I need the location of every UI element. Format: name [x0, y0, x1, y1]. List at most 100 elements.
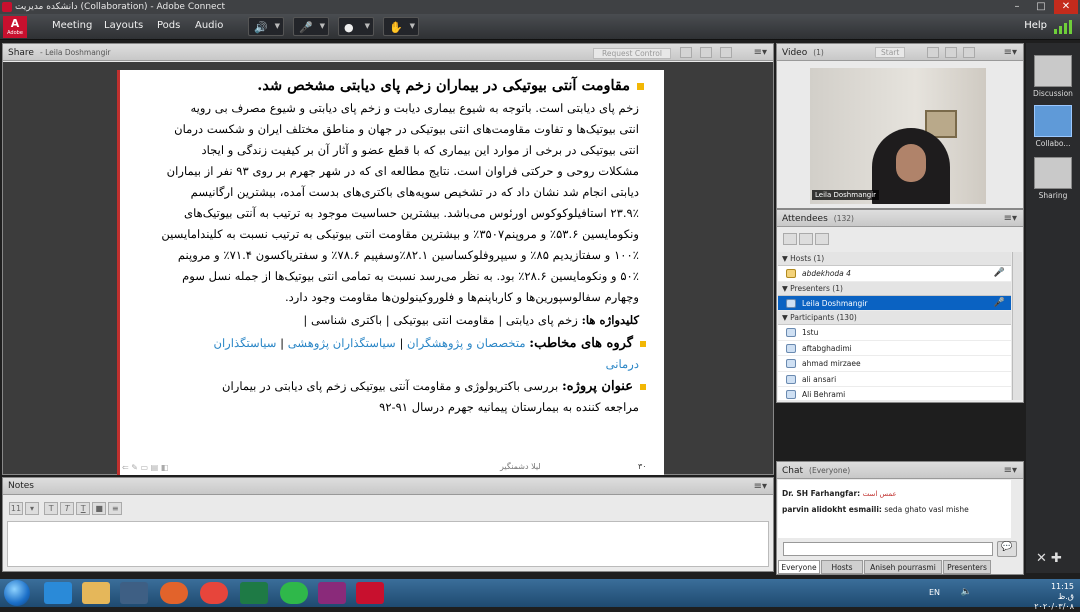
user-icon	[786, 328, 796, 337]
hand-icon: ✋	[389, 21, 403, 34]
attendee-row[interactable]: 1stu	[778, 325, 1011, 341]
attendee-list-scrollbar[interactable]	[1012, 252, 1022, 400]
chat-input[interactable]	[783, 542, 993, 556]
spreadsheet-icon[interactable]	[240, 582, 268, 604]
attendees-pod-menu-icon[interactable]: ≡▾	[1004, 210, 1017, 227]
audience-link[interactable]: متخصصان و پژوهشگران	[407, 336, 526, 350]
share-pod-title: Share	[8, 48, 34, 58]
attendee-row[interactable]: aftabghadimi	[778, 341, 1011, 356]
slide-paragraph-line: ۵۰٪ و ونکومایسین ۲۸.۶٪ بود. به نظر می‌رس…	[182, 269, 639, 283]
chevron-down-icon: ▼	[319, 22, 325, 30]
attendee-row[interactable]: Leila Doshmangir 🎤	[778, 295, 1011, 311]
chat-scope: (Everyone)	[809, 466, 851, 475]
microphone-icon: 🎤	[993, 268, 1005, 278]
user-icon	[786, 374, 796, 384]
chat-pod-menu-icon[interactable]: ≡▾	[1004, 462, 1017, 479]
video-pod-count: (1)	[813, 48, 824, 57]
status-view-icon[interactable]	[815, 233, 829, 245]
request-control-button[interactable]: Request Control	[593, 48, 671, 59]
audience-link[interactable]: سیاستگذاران پژوهشی	[288, 336, 396, 350]
layout-discussion-label[interactable]: Discussion	[1026, 89, 1080, 98]
notes-text-area[interactable]	[7, 521, 769, 567]
host-icon	[786, 269, 796, 278]
chat-send-button[interactable]: 💬	[997, 541, 1017, 557]
font-size-select[interactable]: 11	[9, 502, 23, 515]
notes-pod-menu-icon[interactable]: ≡▾	[754, 478, 767, 495]
slide-audience: گروه های مخاطب: متخصصان و پژوهشگران | سی…	[213, 333, 646, 354]
bold-icon[interactable]: T	[44, 502, 59, 515]
layout-discussion-thumb[interactable]	[1034, 55, 1072, 87]
filmstrip-view-icon[interactable]	[945, 47, 957, 58]
media-player-icon[interactable]	[120, 582, 148, 604]
window-title: دانشکده مدیریت (Collaboration) - Adobe C…	[15, 2, 226, 12]
chat-tab-presenters[interactable]: Presenters	[943, 560, 991, 574]
clock-time: 11:15 ق.ظ	[1050, 582, 1074, 601]
breakout-view-icon[interactable]	[799, 233, 813, 245]
presenters-group-header[interactable]: ▼ Presenters (1)	[778, 281, 1011, 296]
windows-start-button[interactable]	[4, 580, 30, 606]
list-icon[interactable]: ≡	[108, 502, 123, 515]
close-layout-bar-icon[interactable]: ✕ ✚	[1036, 551, 1062, 566]
whatsapp-icon[interactable]	[280, 582, 308, 604]
attendee-row[interactable]: ahmad mirzaee	[778, 356, 1011, 372]
firefox-icon[interactable]	[160, 582, 188, 604]
attendees-pod: Attendees (132) ≡▾ ▼ Hosts (1) abdekhoda 4…	[776, 209, 1024, 403]
menu-layouts[interactable]: Layouts	[104, 20, 143, 31]
chat-tab-aniseh[interactable]: Aniseh pourrasmi	[864, 560, 942, 574]
notes-pod-header: Notes ≡▾	[3, 478, 773, 495]
layout-sharing-thumb[interactable]	[1034, 157, 1072, 189]
menu-pods[interactable]: Pods	[157, 20, 180, 31]
italic-icon[interactable]: T	[60, 502, 75, 515]
slide-paragraph-line: انتی بیوتیکی در برخی از موارد این بیماری…	[201, 143, 639, 157]
clock[interactable]: 11:15 ق.ظ ۲۰۲۰/۰۳/۰۸	[1034, 582, 1074, 612]
close-button[interactable]: ✕	[1054, 0, 1078, 14]
file-explorer-icon[interactable]	[82, 582, 110, 604]
raise-hand-button[interactable]: ✋ ▼	[383, 17, 419, 36]
internet-explorer-icon[interactable]	[44, 582, 72, 604]
menu-help[interactable]: Help	[1024, 20, 1047, 31]
full-screen-icon[interactable]	[700, 47, 712, 58]
layout-icon[interactable]	[680, 47, 692, 58]
chat-tabs: Everyone Hosts Aniseh pourrasmi Presente…	[778, 560, 1022, 574]
adobe-connect-taskbar-icon[interactable]	[356, 582, 384, 604]
language-indicator[interactable]: EN	[929, 588, 940, 597]
microphone-button[interactable]: 🎤 ▼	[293, 17, 329, 36]
chevron-down-icon[interactable]: ▾	[25, 502, 39, 515]
attendees-count: (132)	[833, 214, 854, 223]
maximize-button[interactable]: □	[1030, 0, 1052, 14]
adobe-logo: A Adobe	[3, 16, 27, 38]
layout-collaboration-thumb[interactable]	[1034, 105, 1072, 137]
chat-messages: Dr. SH Farhangfar: عمس است parvin alidok…	[778, 480, 1011, 538]
slide-annotation-toolbar[interactable]: ⇐ ✎ ▭ ▤ ◧	[122, 463, 168, 472]
layout-sharing-label[interactable]: Sharing	[1026, 191, 1080, 200]
attendee-row[interactable]: abdekhoda 4 🎤	[778, 266, 1011, 282]
color-icon[interactable]: ■	[92, 502, 107, 515]
attendee-row[interactable]: ali ansari	[778, 372, 1011, 387]
minimize-button[interactable]: –	[1006, 0, 1028, 14]
speaker-button[interactable]: 🔊 ▼	[248, 17, 284, 36]
video-pod-menu-icon[interactable]: ≡▾	[1004, 44, 1017, 61]
volume-icon[interactable]: 🔈	[961, 587, 972, 597]
start-webcam-button[interactable]: Start	[875, 47, 906, 58]
chat-tab-everyone[interactable]: Everyone	[778, 560, 820, 574]
participants-group-header[interactable]: ▼ Participants (130)	[778, 311, 1011, 325]
webcam-button[interactable]: ● ▼	[338, 17, 374, 36]
webcam-feed[interactable]: Leila Doshmangir	[810, 68, 986, 204]
attendees-view-toolbar	[783, 233, 831, 248]
audience-link[interactable]: سیاستگذاران	[213, 336, 276, 350]
share-pod-menu-icon[interactable]: ≡▾	[754, 44, 767, 61]
chat-tab-hosts[interactable]: Hosts	[821, 560, 863, 574]
layout-collaboration-label[interactable]: Collabo...	[1026, 139, 1080, 148]
list-view-icon[interactable]	[783, 233, 797, 245]
fit-icon[interactable]	[720, 47, 732, 58]
full-screen-icon[interactable]	[963, 47, 975, 58]
menu-audio[interactable]: Audio	[195, 20, 223, 31]
chrome-icon[interactable]	[200, 582, 228, 604]
hosts-group-header[interactable]: ▼ Hosts (1)	[778, 252, 1011, 266]
audience-link-continued[interactable]: درمانی	[606, 354, 639, 374]
underline-icon[interactable]: T	[76, 502, 91, 515]
attendee-row[interactable]: Ali Behrami	[778, 387, 1011, 400]
grid-view-icon[interactable]	[927, 47, 939, 58]
winrar-icon[interactable]	[318, 582, 346, 604]
menu-meeting[interactable]: Meeting	[52, 20, 92, 31]
